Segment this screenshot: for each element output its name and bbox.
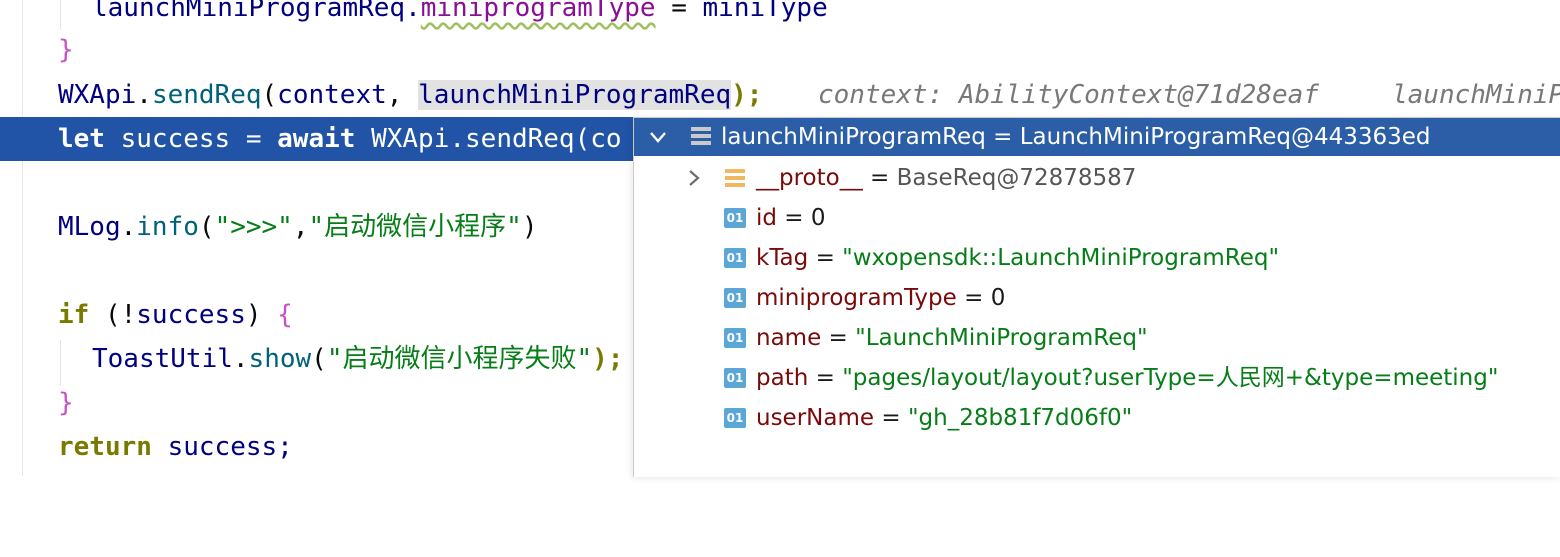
code-token: success: [136, 300, 246, 330]
code-token: (: [198, 212, 215, 242]
variable-name: miniprogramType: [756, 285, 957, 311]
field-01-icon: 01: [724, 208, 746, 228]
code-token: ): [245, 300, 278, 330]
code-token: if: [58, 300, 90, 330]
variable-value: 0: [990, 285, 1006, 311]
object-icon: [691, 127, 711, 145]
code-editor[interactable]: launchMiniProgramReq.miniprogramType = m…: [0, 0, 1560, 477]
code-token: miniType: [702, 0, 828, 23]
code-token: "启动微信小程序失败": [326, 344, 593, 374]
popup-tree-row[interactable]: 01 name = "LaunchMiniProgramReq": [634, 318, 1560, 358]
code-token: miniprogramType: [420, 0, 656, 23]
code-token: =: [655, 0, 703, 23]
variable-name: id: [756, 205, 777, 231]
code-token: }: [58, 388, 74, 418]
code-token: (: [311, 344, 327, 374]
equals-sign: =: [874, 405, 908, 431]
code-token: WXApi: [58, 80, 137, 110]
popup-tree-row[interactable]: 01 userName = "gh_28b81f7d06f0": [634, 398, 1560, 438]
code-token: .: [120, 212, 137, 242]
popup-tree-row[interactable]: 01 id = 0: [634, 198, 1560, 238]
code-token: ): [521, 212, 538, 242]
variable-name: kTag: [756, 245, 809, 271]
code-token: launchMiniProgramReq.: [92, 0, 421, 23]
field-01-icon: 01: [724, 288, 746, 308]
code-token: ,: [292, 212, 309, 242]
code-token: let: [58, 124, 105, 154]
code-token: .: [232, 344, 249, 374]
variable-value: "gh_28b81f7d06f0": [907, 405, 1133, 431]
code-token: (: [261, 80, 278, 110]
inline-debug-hint: context: AbilityContext@71d28eaf: [818, 80, 1319, 110]
popup-tree-row[interactable]: 01 kTag = "wxopensdk::LaunchMiniProgramR…: [634, 238, 1560, 278]
code-token: info: [136, 212, 199, 242]
code-token: "启动微信小程序": [308, 212, 522, 242]
equals-sign: =: [808, 245, 843, 271]
variable-name: launchMiniProgramReq: [721, 124, 986, 150]
debug-value-popup[interactable]: launchMiniProgramReq = LaunchMiniProgram…: [633, 117, 1560, 477]
code-token: .: [136, 80, 152, 110]
popup-tree-row[interactable]: __proto__ = BaseReq@72878587: [634, 158, 1560, 198]
field-01-icon: 01: [724, 368, 746, 388]
variable-value: "pages/layout/layout?userType=人民网+&type=…: [842, 365, 1499, 391]
field-01-icon: 01: [724, 248, 746, 268]
variable-name: __proto__: [756, 165, 863, 191]
popup-tree-row[interactable]: 01 path = "pages/layout/layout?userType=…: [634, 358, 1560, 398]
variable-name: userName: [756, 405, 875, 431]
code-token: ">>>": [214, 212, 293, 242]
field-01-icon: 01: [724, 328, 746, 348]
variable-value: "LaunchMiniProgramReq": [855, 325, 1148, 351]
code-token: MLog: [58, 212, 121, 242]
field-01-icon: 01: [724, 408, 746, 428]
popup-header-row[interactable]: launchMiniProgramReq = LaunchMiniProgram…: [634, 118, 1560, 156]
code-line[interactable]: WXApi.sendReq(context, launchMiniProgram…: [0, 73, 1560, 117]
popup-tree-row[interactable]: 01 miniprogramType = 0: [634, 278, 1560, 318]
code-token: show: [248, 344, 312, 374]
chevron-down-icon[interactable]: [646, 125, 670, 149]
code-token: );: [731, 80, 763, 110]
code-line[interactable]: }: [0, 28, 1560, 72]
code-token: success =: [104, 124, 278, 154]
code-token: success;: [151, 432, 293, 462]
code-token: {: [277, 300, 293, 330]
chevron-right-icon[interactable]: [682, 166, 706, 190]
inline-debug-hint: launchMiniP: [1392, 80, 1560, 110]
code-token: ,: [386, 80, 419, 110]
code-token: );: [592, 344, 624, 374]
object-icon: [725, 169, 745, 187]
code-token: }: [58, 35, 74, 65]
equals-sign: =: [808, 365, 843, 391]
variable-value: LaunchMiniProgramReq@443363ed: [1019, 124, 1431, 150]
equals-sign: =: [777, 205, 811, 231]
variable-value: "wxopensdk::LaunchMiniProgramReq": [842, 245, 1280, 271]
equals-sign: =: [956, 285, 991, 311]
variable-name: path: [756, 365, 809, 391]
highlighted-symbol[interactable]: launchMiniProgramReq: [418, 80, 732, 110]
code-token: context: [277, 80, 387, 110]
code-line[interactable]: launchMiniProgramReq.miniprogramType = m…: [0, 0, 1560, 30]
code-token: WXApi.sendReq(co: [355, 124, 622, 154]
variable-value: BaseReq@72878587: [896, 165, 1137, 191]
variable-name: name: [756, 325, 822, 351]
code-token: (!: [89, 300, 137, 330]
code-token: return: [58, 432, 152, 462]
equals-sign: =: [862, 165, 897, 191]
code-token: await: [277, 124, 356, 154]
code-token: ToastUtil: [92, 344, 233, 374]
equals-sign: =: [821, 325, 856, 351]
equals-sign: =: [985, 124, 1020, 150]
code-token: sendReq: [151, 80, 262, 110]
variable-value: 0: [810, 205, 826, 231]
